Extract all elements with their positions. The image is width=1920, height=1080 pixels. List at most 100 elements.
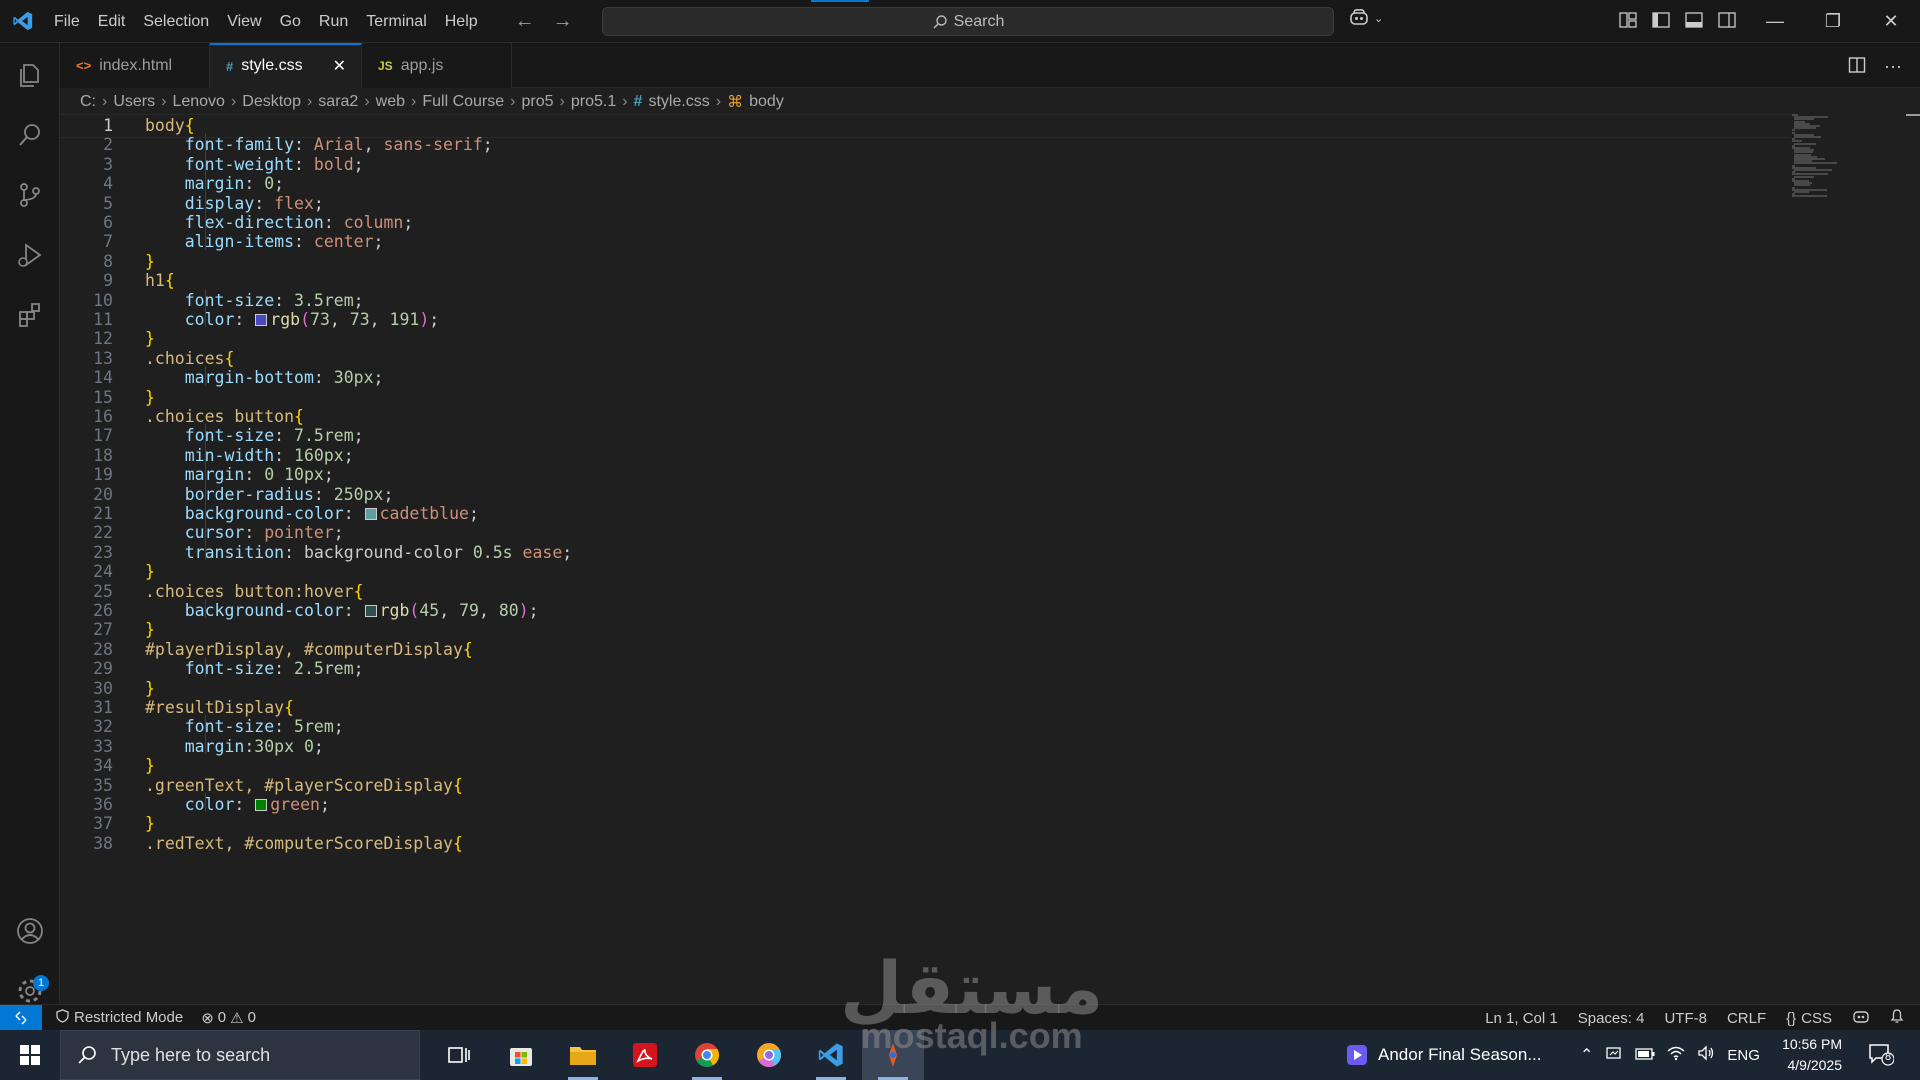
- encoding[interactable]: UTF-8: [1664, 1010, 1707, 1027]
- clock[interactable]: 10:56 PM 4/9/2025: [1776, 1034, 1842, 1076]
- minimap-line: [1794, 169, 1832, 171]
- breadcrumb-item[interactable]: Full Course: [422, 93, 504, 111]
- watermark-arabic: مستقل: [840, 946, 1104, 1030]
- breadcrumb-item[interactable]: Users: [113, 93, 155, 111]
- accounts-icon[interactable]: [10, 911, 50, 951]
- more-actions-icon[interactable]: ···: [1884, 56, 1902, 79]
- back-arrow-icon[interactable]: ←: [515, 10, 535, 33]
- chrome-icon[interactable]: [676, 1030, 738, 1080]
- breadcrumb-item[interactable]: Lenovo: [172, 93, 225, 111]
- forward-arrow-icon[interactable]: →: [553, 10, 573, 33]
- toggle-primary-sidebar-icon[interactable]: [1651, 10, 1671, 30]
- color-swatch[interactable]: [255, 314, 268, 326]
- activity-bar: 1: [0, 43, 60, 1004]
- breadcrumb-item[interactable]: C:: [80, 93, 96, 111]
- media-play-icon: [1347, 1045, 1367, 1065]
- breadcrumb-item[interactable]: pro5.1: [571, 93, 616, 111]
- windows-start-icon[interactable]: [0, 1030, 60, 1080]
- volume-icon[interactable]: [1697, 1045, 1715, 1065]
- breadcrumb-item[interactable]: web: [376, 93, 405, 111]
- search-icon: [78, 1046, 96, 1064]
- indent-guide: [205, 599, 206, 619]
- toggle-secondary-sidebar-icon[interactable]: [1717, 10, 1737, 30]
- breadcrumb-item[interactable]: Desktop: [242, 93, 301, 111]
- acrobat-icon[interactable]: [614, 1030, 676, 1080]
- color-swatch[interactable]: [364, 508, 377, 520]
- explorer-icon[interactable]: [10, 55, 50, 95]
- menu-run[interactable]: Run: [310, 0, 357, 43]
- chevron-up-icon[interactable]: ⌃: [1580, 1045, 1593, 1065]
- menu-view[interactable]: View: [218, 0, 270, 43]
- breadcrumb-item[interactable]: sara2: [318, 93, 358, 111]
- indent-guide: [205, 366, 206, 386]
- watermark-logo: مستقل mostaql.com: [840, 952, 1103, 1054]
- wifi-icon[interactable]: [1667, 1045, 1685, 1065]
- minimize-icon[interactable]: —: [1746, 0, 1804, 43]
- notification-center[interactable]: 8: [1868, 1042, 1895, 1071]
- search-icon: [933, 14, 947, 28]
- tab-style-css[interactable]: # style.css ✕: [210, 43, 362, 88]
- copilot-menu[interactable]: ⌄: [1348, 8, 1383, 28]
- color-swatch[interactable]: [364, 605, 377, 617]
- system-tray: ⌃ ENG: [1580, 1030, 1760, 1080]
- cursor-position[interactable]: Ln 1, Col 1: [1485, 1010, 1558, 1027]
- remote-indicator-icon[interactable]: [0, 1004, 42, 1031]
- code-editor[interactable]: 1 body{2 font-family: Arial, sans-serif; 3…: [60, 114, 1850, 1004]
- indent-guide: [205, 424, 206, 561]
- menu-terminal[interactable]: Terminal: [357, 0, 435, 43]
- split-editor-icon[interactable]: [1848, 56, 1866, 79]
- command-center-search[interactable]: Search: [602, 7, 1334, 36]
- input-language[interactable]: ENG: [1727, 1047, 1760, 1064]
- code-line[interactable]: 38 .redText, #computerScoreDisplay{: [60, 832, 1800, 856]
- minimap-line: [1794, 142, 1817, 145]
- language-label: CSS: [1801, 1009, 1832, 1027]
- indentation[interactable]: Spaces: 4: [1578, 1010, 1645, 1027]
- menu-help[interactable]: Help: [436, 0, 487, 43]
- tab-app-js[interactable]: JS app.js: [362, 43, 512, 88]
- menu-edit[interactable]: Edit: [89, 0, 135, 43]
- extensions-icon[interactable]: [10, 295, 50, 335]
- update-badge: 1: [33, 975, 49, 991]
- problems-indicator[interactable]: ⊗ 0 ⚠ 0: [193, 1009, 264, 1027]
- close-window-icon[interactable]: ✕: [1862, 0, 1920, 43]
- tab-index-html[interactable]: <> index.html: [60, 43, 210, 88]
- toggle-panel-icon[interactable]: [1684, 10, 1704, 30]
- breadcrumb-item[interactable]: body: [749, 93, 784, 111]
- search-view-icon[interactable]: [10, 115, 50, 155]
- file-explorer-icon[interactable]: [552, 1030, 614, 1080]
- color-swatch[interactable]: [255, 799, 268, 811]
- css-hash-icon: #: [633, 93, 643, 110]
- copilot-status-icon[interactable]: [1852, 1008, 1870, 1028]
- indent-guide: [205, 793, 206, 813]
- breadcrumb-item[interactable]: pro5: [521, 93, 553, 111]
- run-debug-icon[interactable]: [10, 235, 50, 275]
- menu-selection[interactable]: Selection: [134, 0, 218, 43]
- shield-icon: [56, 1008, 69, 1027]
- breadcrumb-item[interactable]: style.css: [648, 93, 709, 111]
- minimap[interactable]: [1790, 114, 1850, 204]
- chrome-canary-icon[interactable]: [738, 1030, 800, 1080]
- task-view-icon[interactable]: [428, 1030, 490, 1080]
- restricted-label: Restricted Mode: [74, 1009, 184, 1026]
- microsoft-store-icon[interactable]: [490, 1030, 552, 1080]
- indent-guide: [205, 288, 206, 328]
- menu-file[interactable]: File: [45, 0, 89, 43]
- menu-go[interactable]: Go: [271, 0, 310, 43]
- scrollbar-thumb[interactable]: [1906, 114, 1920, 116]
- customize-layout-icon[interactable]: [1618, 10, 1638, 30]
- battery-icon[interactable]: [1635, 1047, 1655, 1064]
- bell-icon[interactable]: [1890, 1008, 1904, 1028]
- end-of-line[interactable]: CRLF: [1727, 1010, 1766, 1027]
- restricted-mode[interactable]: Restricted Mode: [42, 1008, 193, 1027]
- close-tab-icon[interactable]: ✕: [333, 56, 346, 76]
- source-control-icon[interactable]: [10, 175, 50, 215]
- onedrive-icon[interactable]: [1605, 1045, 1623, 1065]
- minimap-line: [1792, 195, 1828, 198]
- taskbar-search[interactable]: Type here to search: [60, 1030, 420, 1080]
- breadcrumb-chevron-icon: ›: [306, 93, 313, 110]
- restore-icon[interactable]: ❐: [1804, 0, 1862, 43]
- media-widget[interactable]: Andor Final Season...: [1346, 1030, 1541, 1080]
- breadcrumb-chevron-icon: ›: [411, 93, 417, 110]
- language-mode[interactable]: {} CSS: [1786, 1010, 1832, 1027]
- braces-icon: {}: [1786, 1009, 1797, 1027]
